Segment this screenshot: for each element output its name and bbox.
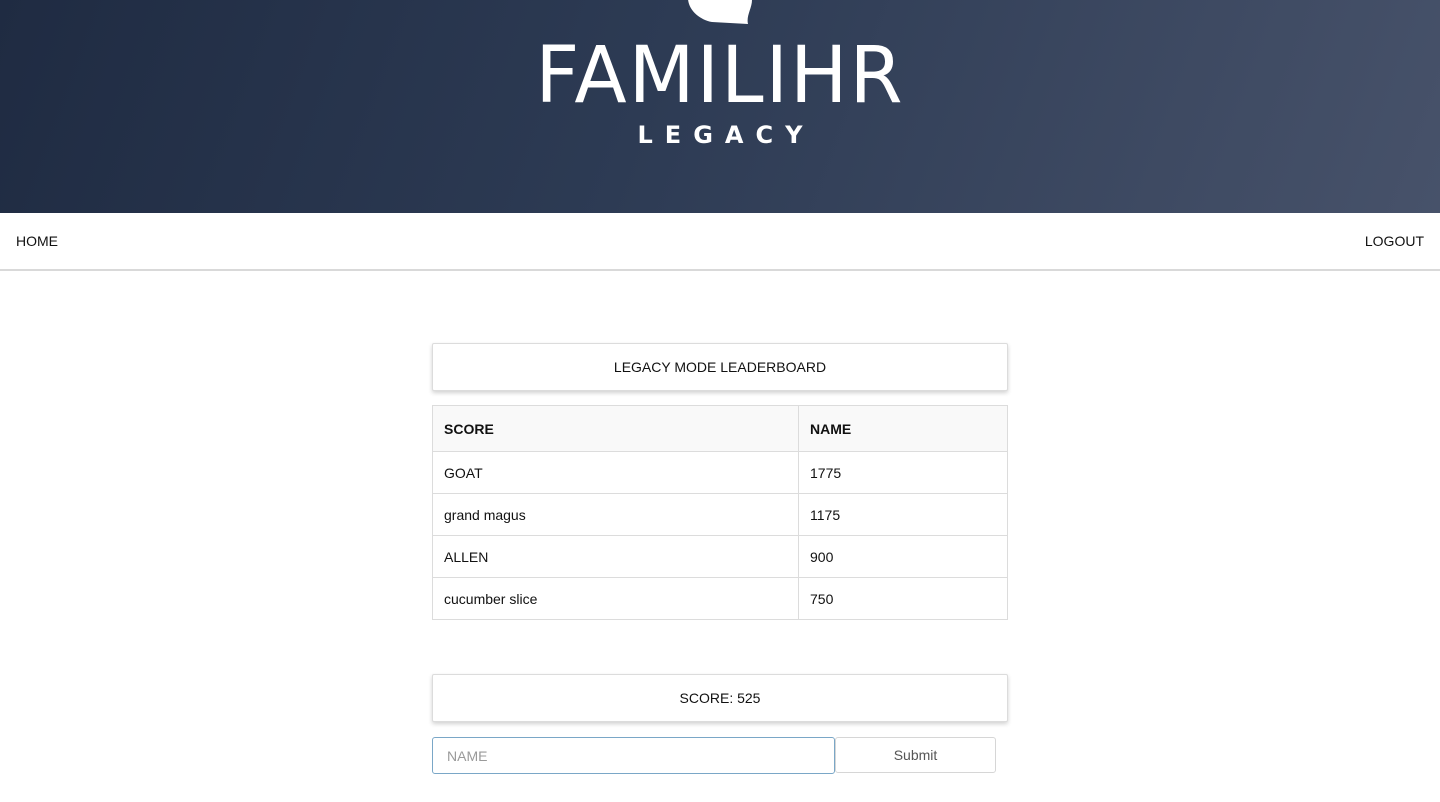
logout-link[interactable]: LOGOUT	[1365, 204, 1424, 262]
name-input[interactable]	[432, 737, 835, 774]
header-banner: FAMILIHR LEGACY	[0, 0, 1440, 213]
table-cell: 750	[798, 577, 1008, 620]
table-cell: 900	[798, 535, 1008, 578]
table-cell: 1175	[798, 493, 1008, 536]
table-header-row: SCORE NAME	[432, 405, 1008, 452]
table-cell: grand magus	[432, 493, 799, 536]
column-header-name: NAME	[798, 405, 1008, 452]
leaderboard-title: LEGACY MODE LEADERBOARD	[432, 343, 1008, 391]
score-display: SCORE: 525	[432, 674, 1008, 722]
silhouette-head-icon	[688, 0, 752, 24]
table-row: grand magus 1175	[432, 493, 1008, 536]
table-row: cucumber slice 750	[432, 577, 1008, 620]
home-link[interactable]: HOME	[16, 204, 58, 262]
table-row: GOAT 1775	[432, 451, 1008, 494]
table-cell: ALLEN	[432, 535, 799, 578]
table-cell: 1775	[798, 451, 1008, 494]
leaderboard-table: SCORE NAME GOAT 1775 grand magus 1175 AL…	[432, 405, 1008, 620]
brand-wordmark: FAMILIHR	[535, 31, 905, 121]
brand-subtitle: LEGACY	[637, 121, 815, 149]
table-cell: cucumber slice	[432, 577, 799, 620]
submit-button[interactable]: Submit	[835, 737, 996, 773]
column-header-score: SCORE	[432, 405, 799, 452]
navbar: HOME LOGOUT	[0, 213, 1440, 271]
table-cell: GOAT	[432, 451, 799, 494]
table-row: ALLEN 900	[432, 535, 1008, 578]
